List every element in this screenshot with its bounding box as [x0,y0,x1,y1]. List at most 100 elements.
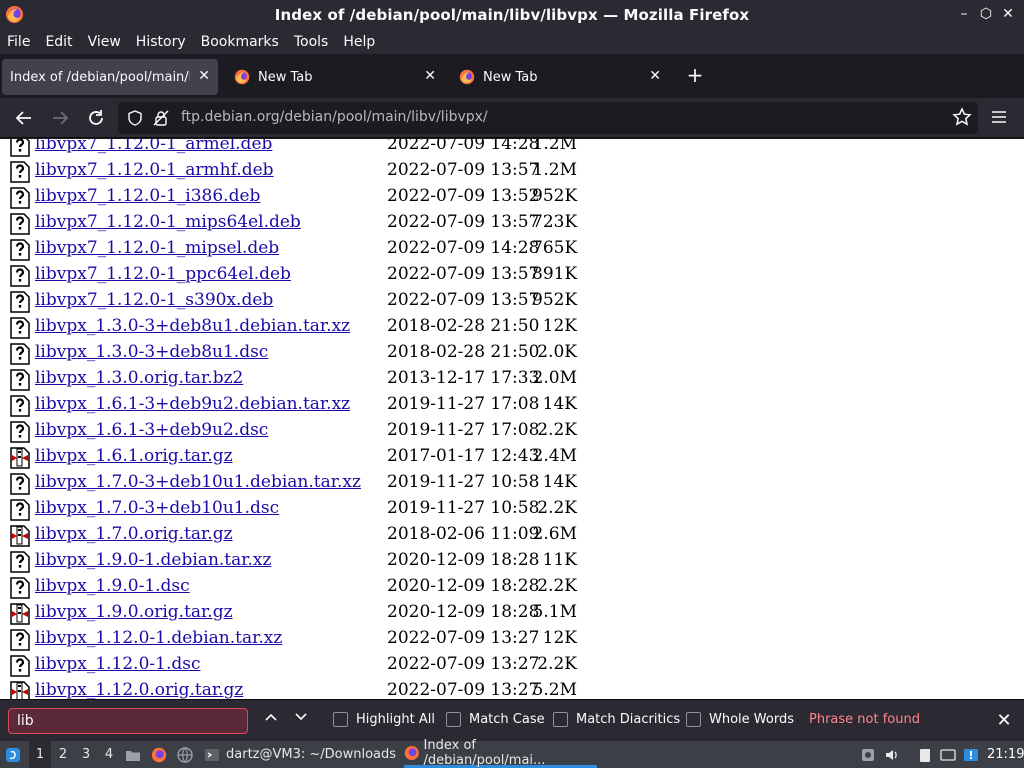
tab-new-tab-2[interactable]: New Tab ✕ [459,59,669,95]
workspace-4[interactable]: 4 [98,741,120,768]
url-text[interactable]: ftp.debian.org/debian/pool/main/libv/lib… [181,109,488,125]
file-link[interactable]: libvpx7_1.12.0-1_mipsel.deb [35,238,279,258]
file-link[interactable]: libvpx_1.9.0-1.dsc [35,576,190,596]
file-date: 2020-12-09 18:28 [387,576,540,596]
file-size: 765K [532,238,578,258]
close-window-button[interactable]: ✕ [1000,5,1016,23]
file-date: 2022-07-09 13:27 [387,680,540,699]
archive-file-icon [10,681,30,699]
highlight-all-checkbox[interactable]: Highlight All [333,712,435,727]
menu-tools[interactable]: Tools [294,34,329,50]
listing-row: libvpx_1.7.0-3+deb10u1.dsc 2019-11-27 10:… [10,495,710,521]
file-link[interactable]: libvpx7_1.12.0-1_s390x.deb [35,290,273,310]
tab-close-icon[interactable]: ✕ [424,68,436,84]
file-link[interactable]: libvpx_1.7.0-3+deb10u1.debian.tar.xz [35,472,361,492]
file-link[interactable]: libvpx_1.9.0-1.debian.tar.xz [35,550,271,570]
tab-close-icon[interactable]: ✕ [198,68,210,84]
find-next-button[interactable] [292,710,310,730]
tray-screenshot-icon-button[interactable] [860,741,876,768]
file-link[interactable]: libvpx_1.3.0-3+deb8u1.debian.tar.xz [35,316,350,336]
file-size: 2.2K [537,654,577,674]
file-size: 12K [542,316,577,336]
minimize-button[interactable]: – [956,5,972,23]
file-link[interactable]: libvpx7_1.12.0-1_mips64el.deb [35,212,301,232]
new-tab-button[interactable]: + [684,63,706,87]
tray-display-button[interactable] [940,741,956,768]
checkbox-box[interactable] [446,712,461,727]
file-link[interactable]: libvpx7_1.12.0-1_armhf.deb [35,160,274,180]
file-link[interactable]: libvpx_1.3.0.orig.tar.bz2 [35,368,243,388]
file-date: 2020-12-09 18:28 [387,550,540,570]
menu-history[interactable]: History [136,34,186,50]
file-link[interactable]: libvpx_1.12.0-1.dsc [35,654,201,674]
firefox-launcher[interactable] [151,741,167,768]
unknown-file-icon [10,473,30,495]
tab-index-of-libvpx[interactable]: Index of /debian/pool/main/libv ✕ [2,59,218,95]
file-link[interactable]: libvpx7_1.12.0-1_ppc64el.deb [35,264,291,284]
unknown-file-icon [10,291,30,313]
file-date: 2018-02-28 21:50 [387,316,540,336]
url-path: /debian/pool/main/libv/libvpx/ [279,109,488,125]
hamburger-menu-icon[interactable] [990,108,1008,126]
tab-label: New Tab [258,69,313,85]
tracking-protection-shield-icon[interactable] [127,110,143,126]
tab-close-icon[interactable]: ✕ [649,68,661,84]
menu-edit[interactable]: Edit [45,34,72,50]
file-link[interactable]: libvpx_1.7.0.orig.tar.gz [35,524,233,544]
option-label: Whole Words [709,712,794,727]
taskbar-window-label: dartz@VM3: ~/Downloads [226,747,397,762]
taskbar-window-terminal[interactable]: dartz@VM3: ~/Downloads [204,741,396,768]
file-manager-launcher[interactable] [125,741,141,768]
file-link[interactable]: libvpx_1.7.0-3+deb10u1.dsc [35,498,279,518]
file-link[interactable]: libvpx_1.12.0-1.debian.tar.xz [35,628,282,648]
tray-volume-button[interactable] [884,741,900,768]
taskbar-window-firefox[interactable]: Index of /debian/pool/mai... [404,738,597,768]
forward-button[interactable] [50,108,70,128]
checkbox-box[interactable] [686,712,701,727]
terminal-icon [205,748,219,761]
unknown-file-icon [10,187,30,209]
file-link[interactable]: libvpx_1.6.1-3+deb9u2.dsc [35,420,268,440]
file-link[interactable]: libvpx_1.3.0-3+deb8u1.dsc [35,342,268,362]
file-link[interactable]: libvpx_1.6.1-3+deb9u2.debian.tar.xz [35,394,350,414]
find-previous-button[interactable] [262,710,280,730]
maximize-button[interactable]: ⬡ [978,5,994,23]
file-date: 2019-11-27 17:08 [387,420,540,440]
tray-notification-button[interactable] [963,741,979,768]
globe-icon [177,746,193,763]
file-link[interactable]: libvpx_1.9.0.orig.tar.gz [35,602,233,622]
file-link[interactable]: libvpx7_1.12.0-1_armel.deb [35,139,272,154]
url-bar[interactable]: ftp.debian.org/debian/pool/main/libv/lib… [118,102,978,134]
file-link[interactable]: libvpx7_1.12.0-1_i386.deb [35,186,260,206]
chevron-up-icon [265,713,277,721]
listing-row: libvpx7_1.12.0-1_armhf.deb 2022-07-09 13:… [10,157,710,183]
file-date: 2022-07-09 13:57 [387,290,540,310]
reload-button[interactable] [86,108,106,128]
tab-new-tab-1[interactable]: New Tab ✕ [234,59,444,95]
start-menu-button[interactable] [5,741,21,768]
whole-words-checkbox[interactable]: Whole Words [686,712,794,727]
bookmark-star-icon[interactable] [952,107,972,127]
checkbox-box[interactable] [553,712,568,727]
workspace-1[interactable]: 1 [29,741,51,768]
menu-help[interactable]: Help [343,34,375,50]
back-button[interactable] [14,108,34,128]
file-size: 2.2K [537,498,577,518]
file-link[interactable]: libvpx_1.12.0.orig.tar.gz [35,680,243,699]
menu-view[interactable]: View [88,34,121,50]
match-diacritics-checkbox[interactable]: Match Diacritics [553,712,680,727]
workspace-2[interactable]: 2 [52,741,74,768]
menu-bookmarks[interactable]: Bookmarks [201,34,279,50]
browser-launcher[interactable] [177,741,193,768]
file-size: 5.1M [532,602,577,622]
checkbox-box[interactable] [333,712,348,727]
unknown-file-icon [10,551,30,573]
insecure-lock-icon[interactable] [153,110,169,126]
find-input[interactable]: lib [8,708,248,734]
menu-file[interactable]: File [7,34,30,50]
find-close-button[interactable]: ✕ [994,710,1014,731]
tray-clipboard-button[interactable] [917,741,933,768]
workspace-3[interactable]: 3 [75,741,97,768]
match-case-checkbox[interactable]: Match Case [446,712,545,727]
file-link[interactable]: libvpx_1.6.1.orig.tar.gz [35,446,233,466]
